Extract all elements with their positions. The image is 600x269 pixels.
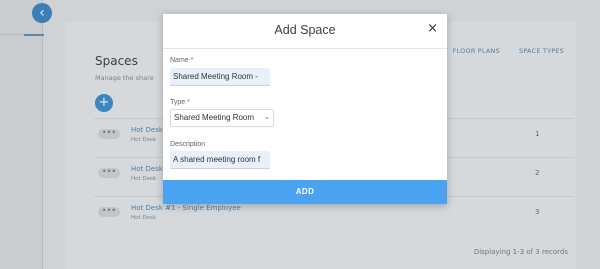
required-mark: *: [187, 99, 190, 106]
collapse-sidebar-button[interactable]: ‹: [32, 3, 52, 23]
row-actions-icon[interactable]: •••: [98, 168, 120, 178]
modal-header: Add Space ×: [163, 14, 447, 49]
nav-floor-plans[interactable]: FLOOR PLANS: [453, 47, 500, 55]
row-actions-icon[interactable]: •••: [98, 129, 120, 139]
row-count: 2: [535, 169, 540, 177]
type-label-text: Type: [170, 99, 186, 106]
row-title[interactable]: Hot Desk: [131, 165, 163, 173]
nav-space-types[interactable]: SPACE TYPES: [519, 47, 564, 55]
row-subtitle: Hot Desk: [131, 137, 157, 143]
type-label: Type *: [170, 99, 190, 106]
row-title[interactable]: Hot Desk #1 - Single Employee: [131, 204, 241, 212]
row-title[interactable]: Hot Desk: [131, 126, 163, 134]
add-button[interactable]: ADD: [163, 180, 447, 204]
section-nav: FLOOR PLANS SPACE TYPES: [439, 38, 564, 57]
description-label: Description: [170, 141, 205, 148]
pagination-info: Displaying 1-3 of 3 records: [473, 248, 568, 256]
name-label-text: Name: [170, 57, 189, 64]
row-subtitle: Hot Desk: [131, 176, 157, 182]
close-icon[interactable]: ×: [427, 21, 438, 36]
page-title: Spaces: [95, 54, 138, 68]
description-field[interactable]: A shared meeting room f: [170, 151, 270, 169]
left-sidebar: [0, 0, 43, 269]
description-label-text: Description: [170, 141, 206, 148]
name-field[interactable]: Shared Meeting Room -: [170, 68, 270, 86]
row-count: 1: [535, 130, 540, 138]
row-subtitle: Hot Desk: [131, 215, 157, 221]
add-space-modal: Add Space × Name * Shared Meeting Room -…: [163, 14, 447, 204]
active-tab-indicator: [24, 34, 44, 36]
add-space-button[interactable]: +: [95, 94, 113, 112]
row-actions-icon[interactable]: •••: [98, 207, 120, 217]
chevron-down-icon: ⌄: [264, 114, 270, 121]
row-count: 3: [535, 208, 540, 216]
page-subtitle: Manage the share: [95, 74, 154, 82]
type-selected-value: Shared Meeting Room: [174, 113, 255, 122]
required-mark: *: [190, 57, 194, 64]
name-label: Name *: [170, 57, 193, 64]
type-select[interactable]: Shared Meeting Room ⌄: [170, 109, 274, 127]
modal-title: Add Space: [274, 23, 336, 37]
